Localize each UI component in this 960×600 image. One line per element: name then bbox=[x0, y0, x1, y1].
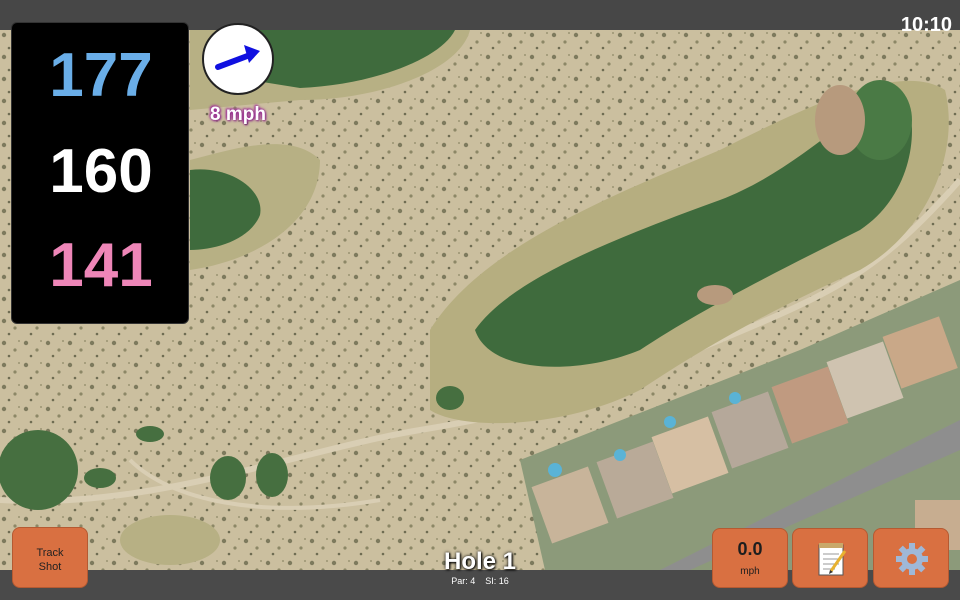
front-distance: 141 bbox=[49, 231, 153, 300]
hole-info: Par: 4 SI: 16 bbox=[420, 576, 540, 586]
wind-indicator[interactable] bbox=[202, 23, 274, 95]
track-shot-label-line1: Track bbox=[36, 547, 64, 559]
track-shot-label-line2: Shot bbox=[38, 561, 62, 573]
hole-par: Par: 4 bbox=[451, 576, 476, 586]
hole-title[interactable]: Hole 1 bbox=[400, 548, 560, 576]
speed-unit: mph bbox=[740, 566, 760, 577]
wind-speed: 8 mph bbox=[210, 104, 266, 125]
notes-button[interactable] bbox=[792, 528, 868, 588]
clock: 10:10 bbox=[900, 14, 952, 36]
hole-stroke-index: SI: 16 bbox=[485, 576, 509, 586]
notepad-icon bbox=[818, 543, 847, 576]
settings-button[interactable] bbox=[873, 528, 949, 588]
middle-distance: 160 bbox=[49, 137, 153, 206]
wind-direction-arrow-icon bbox=[215, 45, 260, 70]
speed-button[interactable]: 0.0 mph bbox=[712, 528, 788, 588]
gear-icon bbox=[896, 543, 928, 575]
speed-value: 0.0 bbox=[737, 539, 763, 559]
distance-panel: 177 160 141 bbox=[11, 22, 189, 324]
back-distance: 177 bbox=[49, 41, 153, 110]
track-shot-button[interactable]: Track Shot bbox=[12, 527, 88, 588]
